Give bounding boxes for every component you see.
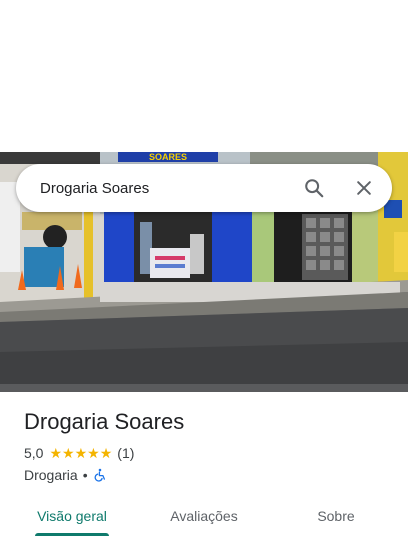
review-count: (1) xyxy=(117,445,135,461)
tab-overview[interactable]: Visão geral xyxy=(0,496,144,536)
active-tab-indicator xyxy=(35,533,109,536)
separator-dot: • xyxy=(82,467,88,483)
tab-about[interactable]: Sobre xyxy=(264,496,408,536)
search-bar[interactable]: Drogaria Soares xyxy=(16,164,392,212)
tab-label: Visão geral xyxy=(37,508,107,524)
place-tabs: Visão geral Avaliações Sobre xyxy=(0,496,408,536)
star-icon: ★ xyxy=(99,445,113,461)
search-icon xyxy=(305,179,324,198)
search-query-text[interactable]: Drogaria Soares xyxy=(16,180,294,197)
rating-stars: ★ ★ ★ ★ ★ xyxy=(49,446,112,460)
category-row: Drogaria • xyxy=(24,466,394,484)
rating-value: 5,0 xyxy=(24,445,44,461)
store-sign-text: SOARES xyxy=(149,152,187,162)
star-icon: ★ xyxy=(49,445,63,461)
star-icon: ★ xyxy=(74,445,88,461)
close-icon xyxy=(357,181,371,195)
search-button[interactable] xyxy=(294,168,334,208)
tab-label: Avaliações xyxy=(170,508,238,524)
rating-row[interactable]: 5,0 ★ ★ ★ ★ ★ (1) xyxy=(24,444,394,462)
wheelchair-icon xyxy=(94,468,105,482)
clear-search-button[interactable] xyxy=(344,168,384,208)
tab-label: Sobre xyxy=(317,508,355,524)
star-icon: ★ xyxy=(62,445,75,461)
place-sheet: SOARES Drogaria Soares Drogaria Soares 5… xyxy=(0,0,408,544)
place-category: Drogaria xyxy=(24,467,78,483)
tab-reviews[interactable]: Avaliações xyxy=(144,496,264,536)
star-icon: ★ xyxy=(87,445,100,461)
place-title: Drogaria Soares xyxy=(24,409,185,434)
place-info: Drogaria Soares 5,0 ★ ★ ★ ★ ★ (1) Drogar… xyxy=(24,406,394,484)
